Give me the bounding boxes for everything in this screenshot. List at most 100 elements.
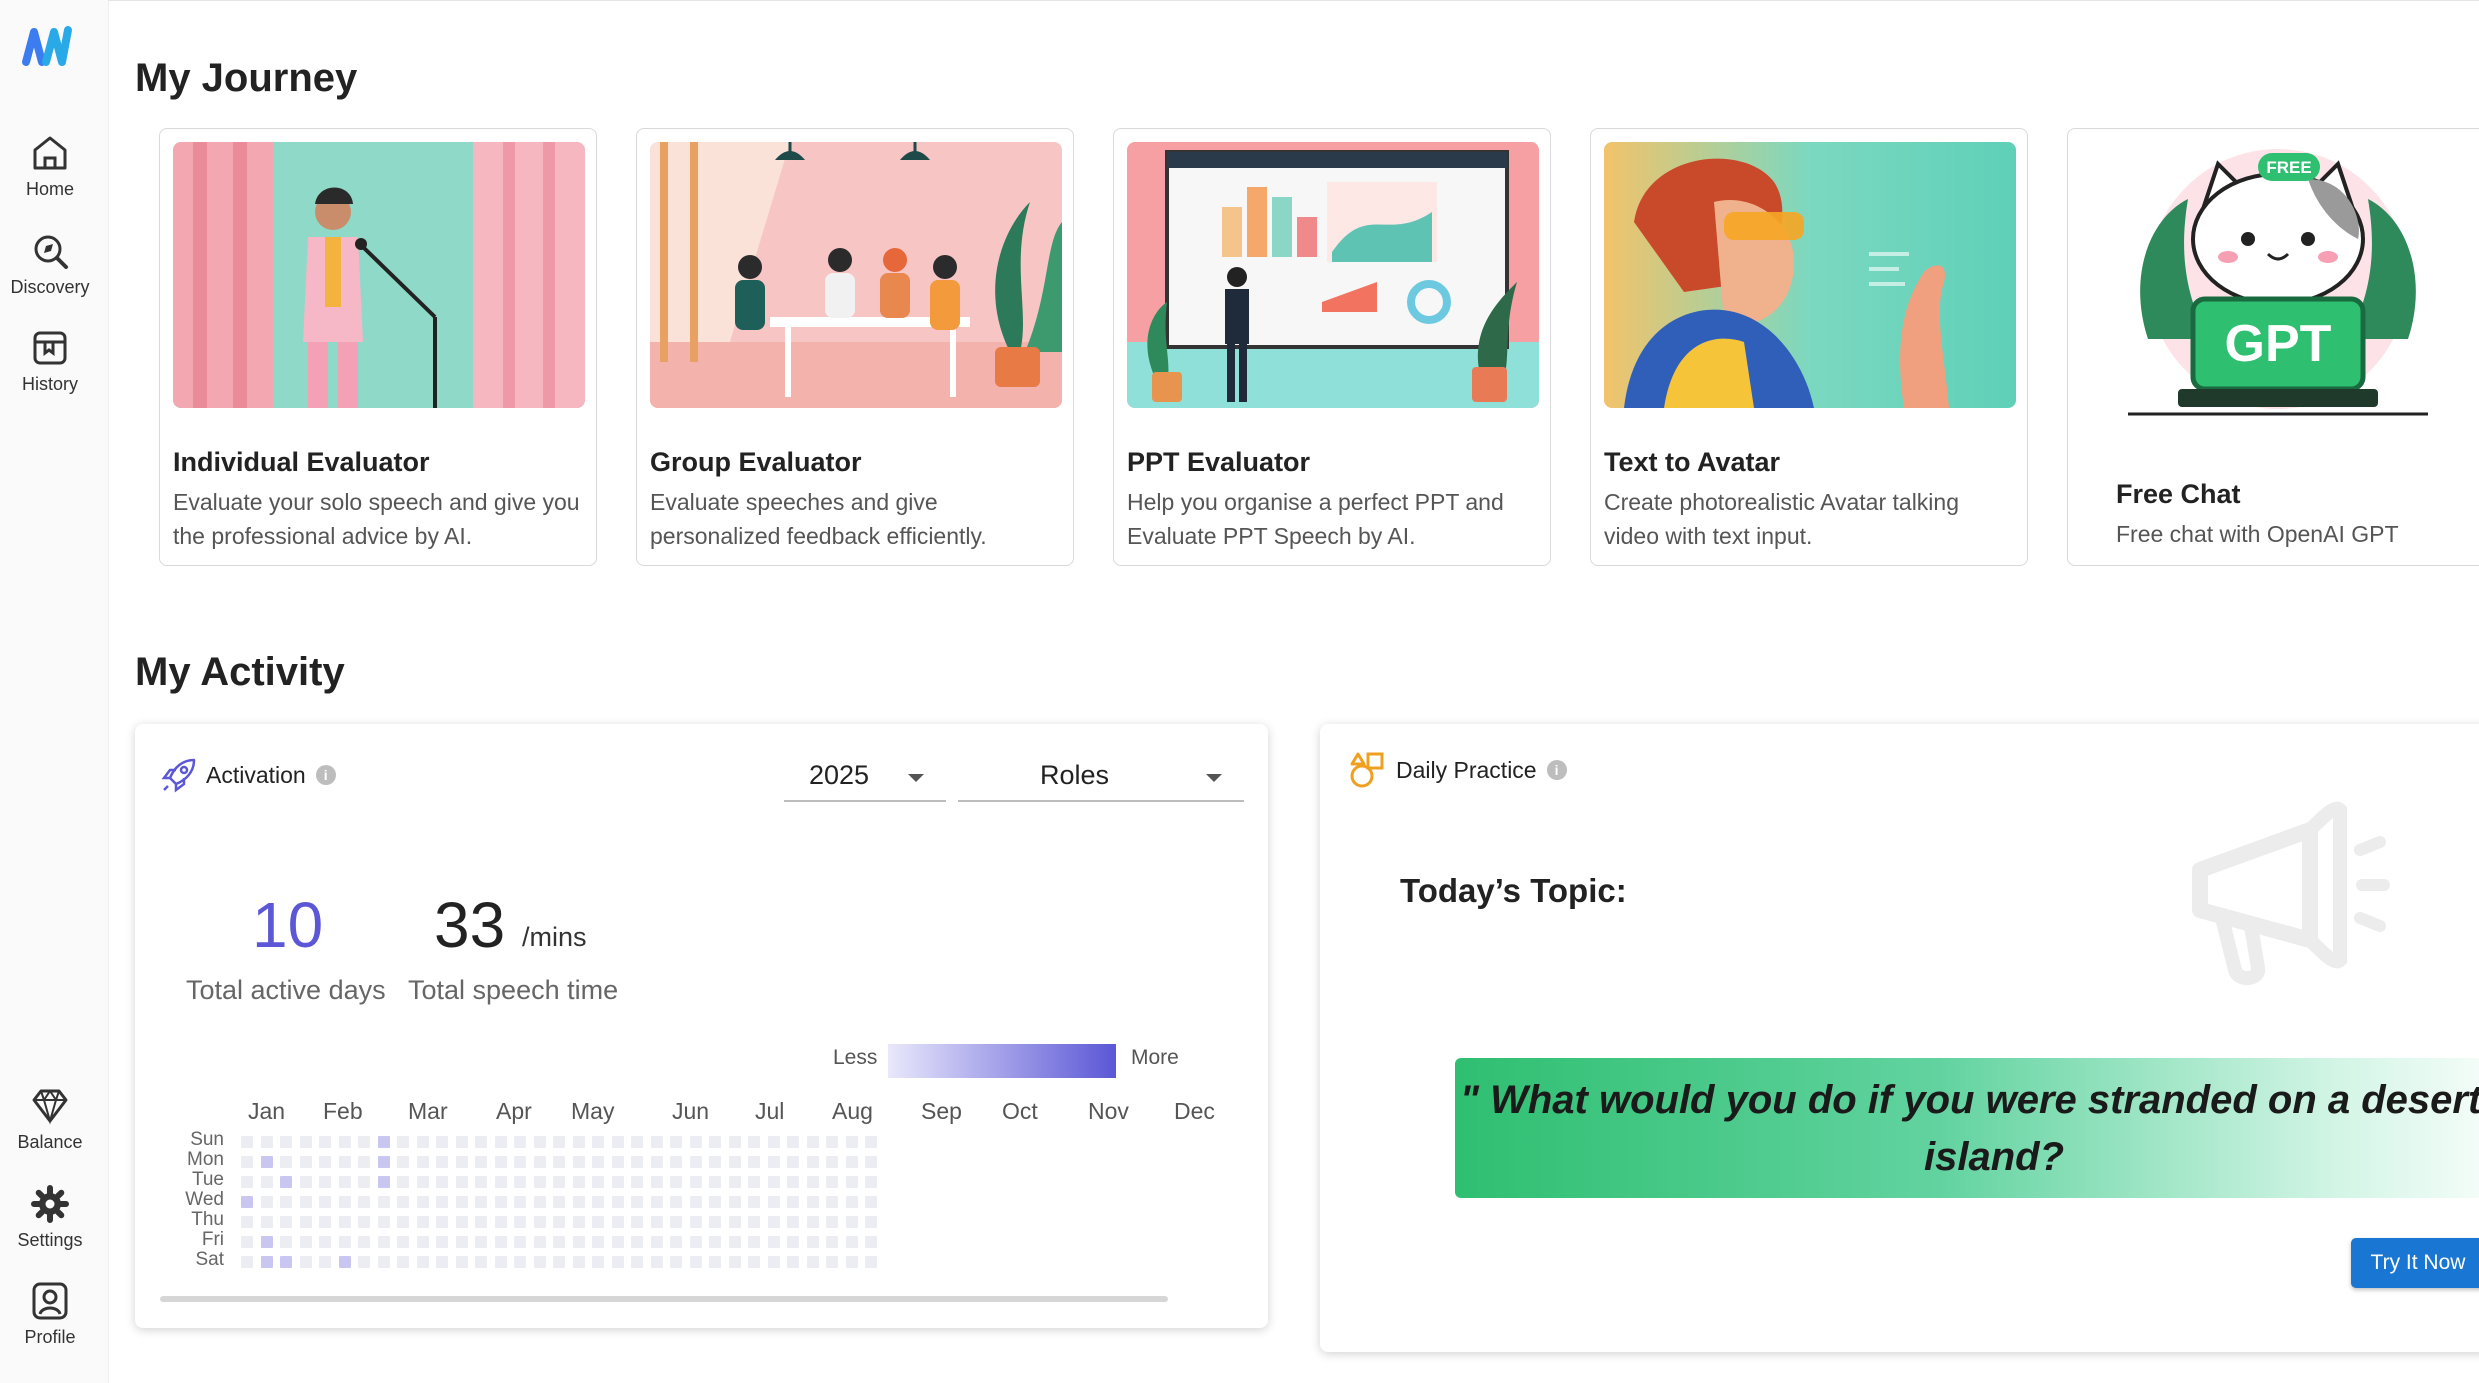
heatmap-cell[interactable] <box>533 1256 546 1268</box>
heatmap-cell[interactable] <box>514 1156 526 1168</box>
heatmap-cell[interactable] <box>670 1216 682 1228</box>
heatmap-cell[interactable] <box>865 1236 877 1248</box>
heatmap-cell[interactable] <box>397 1256 409 1268</box>
heatmap-cell[interactable] <box>572 1236 585 1248</box>
heatmap-cell[interactable] <box>572 1256 585 1268</box>
heatmap-cell[interactable] <box>416 1176 429 1188</box>
heatmap-cell[interactable] <box>455 1156 468 1168</box>
heatmap-cell[interactable] <box>611 1136 624 1148</box>
heatmap-cell[interactable] <box>494 1176 507 1188</box>
heatmap-cell[interactable] <box>748 1256 760 1268</box>
heatmap-cell[interactable] <box>280 1256 292 1268</box>
heatmap-cell[interactable] <box>436 1136 448 1148</box>
heatmap-cell[interactable] <box>397 1216 409 1228</box>
heatmap-cell[interactable] <box>319 1256 331 1268</box>
card-individual-evaluator[interactable]: Individual Evaluator Evaluate your solo … <box>159 128 597 566</box>
heatmap-cell[interactable] <box>533 1136 546 1148</box>
heatmap-cell[interactable] <box>319 1156 331 1168</box>
heatmap-cell[interactable] <box>611 1216 624 1228</box>
heatmap-cell[interactable] <box>397 1236 409 1248</box>
heatmap-cell[interactable] <box>533 1216 546 1228</box>
heatmap-cell[interactable] <box>377 1236 390 1248</box>
heatmap-cell[interactable] <box>748 1136 760 1148</box>
heatmap-cell[interactable] <box>728 1236 741 1248</box>
heatmap-cell[interactable] <box>319 1176 331 1188</box>
heatmap-cell[interactable] <box>514 1236 526 1248</box>
heatmap-cell[interactable] <box>787 1216 799 1228</box>
heatmap-cell[interactable] <box>299 1176 312 1188</box>
heatmap-cell[interactable] <box>845 1176 858 1188</box>
heatmap-cell[interactable] <box>787 1176 799 1188</box>
heatmap-cell[interactable] <box>689 1216 702 1228</box>
heatmap-cell[interactable] <box>670 1156 682 1168</box>
card-group-evaluator[interactable]: Group Evaluator Evaluate speeches and gi… <box>636 128 1074 566</box>
heatmap-cell[interactable] <box>728 1256 741 1268</box>
heatmap-cell[interactable] <box>806 1216 819 1228</box>
heatmap-cell[interactable] <box>280 1196 292 1208</box>
roles-select[interactable]: Roles <box>958 752 1244 802</box>
heatmap-cell[interactable] <box>494 1236 507 1248</box>
heatmap-cell[interactable] <box>553 1176 565 1188</box>
heatmap-cell[interactable] <box>826 1216 838 1228</box>
heatmap-cell[interactable] <box>572 1156 585 1168</box>
nav-home[interactable]: Home <box>0 132 100 200</box>
heatmap-cell[interactable] <box>689 1256 702 1268</box>
heatmap-cell[interactable] <box>299 1256 312 1268</box>
nav-settings[interactable]: Settings <box>0 1183 100 1251</box>
heatmap-cell[interactable] <box>650 1256 663 1268</box>
heatmap-cell[interactable] <box>787 1136 799 1148</box>
heatmap-cell[interactable] <box>319 1236 331 1248</box>
heatmap-cell[interactable] <box>865 1216 877 1228</box>
heatmap-cell[interactable] <box>611 1236 624 1248</box>
heatmap-cell[interactable] <box>826 1256 838 1268</box>
heatmap-cell[interactable] <box>299 1236 312 1248</box>
heatmap-cell[interactable] <box>397 1176 409 1188</box>
heatmap-cell[interactable] <box>767 1196 780 1208</box>
heatmap-cell[interactable] <box>787 1256 799 1268</box>
heatmap-cell[interactable] <box>241 1236 253 1248</box>
heatmap-cell[interactable] <box>865 1196 877 1208</box>
heatmap-cell[interactable] <box>553 1156 565 1168</box>
heatmap-cell[interactable] <box>299 1196 312 1208</box>
heatmap-cell[interactable] <box>670 1136 682 1148</box>
heatmap-cell[interactable] <box>748 1156 760 1168</box>
heatmap-cell[interactable] <box>358 1236 370 1248</box>
heatmap-cell[interactable] <box>845 1216 858 1228</box>
heatmap-cell[interactable] <box>826 1176 838 1188</box>
heatmap-cell[interactable] <box>553 1256 565 1268</box>
heatmap-cell[interactable] <box>787 1156 799 1168</box>
heatmap-cell[interactable] <box>845 1156 858 1168</box>
heatmap-cell[interactable] <box>455 1196 468 1208</box>
heatmap-cell[interactable] <box>787 1196 799 1208</box>
heatmap-cell[interactable] <box>241 1196 253 1208</box>
heatmap-cell[interactable] <box>611 1176 624 1188</box>
heatmap-cell[interactable] <box>514 1196 526 1208</box>
heatmap-cell[interactable] <box>709 1196 721 1208</box>
heatmap-cell[interactable] <box>553 1136 565 1148</box>
heatmap-cell[interactable] <box>416 1216 429 1228</box>
heatmap-cell[interactable] <box>436 1176 448 1188</box>
heatmap-cell[interactable] <box>611 1256 624 1268</box>
heatmap-cell[interactable] <box>416 1236 429 1248</box>
heatmap-cell[interactable] <box>514 1256 526 1268</box>
heatmap-cell[interactable] <box>572 1196 585 1208</box>
heatmap-cell[interactable] <box>533 1236 546 1248</box>
heatmap-cell[interactable] <box>280 1176 292 1188</box>
heatmap-cell[interactable] <box>514 1216 526 1228</box>
heatmap-cell[interactable] <box>475 1196 487 1208</box>
heatmap-cell[interactable] <box>358 1216 370 1228</box>
heatmap-cell[interactable] <box>377 1156 390 1168</box>
heatmap-cell[interactable] <box>572 1136 585 1148</box>
heatmap-cell[interactable] <box>748 1216 760 1228</box>
heatmap-cell[interactable] <box>826 1236 838 1248</box>
heatmap-cell[interactable] <box>299 1136 312 1148</box>
heatmap-cell[interactable] <box>553 1216 565 1228</box>
heatmap-cell[interactable] <box>475 1176 487 1188</box>
heatmap-cell[interactable] <box>592 1236 604 1248</box>
heatmap-cell[interactable] <box>806 1156 819 1168</box>
heatmap-cell[interactable] <box>865 1176 877 1188</box>
heatmap-cell[interactable] <box>826 1196 838 1208</box>
heatmap-cell[interactable] <box>631 1156 643 1168</box>
heatmap-cell[interactable] <box>553 1236 565 1248</box>
try-it-now-button[interactable]: Try It Now <box>2351 1238 2479 1288</box>
